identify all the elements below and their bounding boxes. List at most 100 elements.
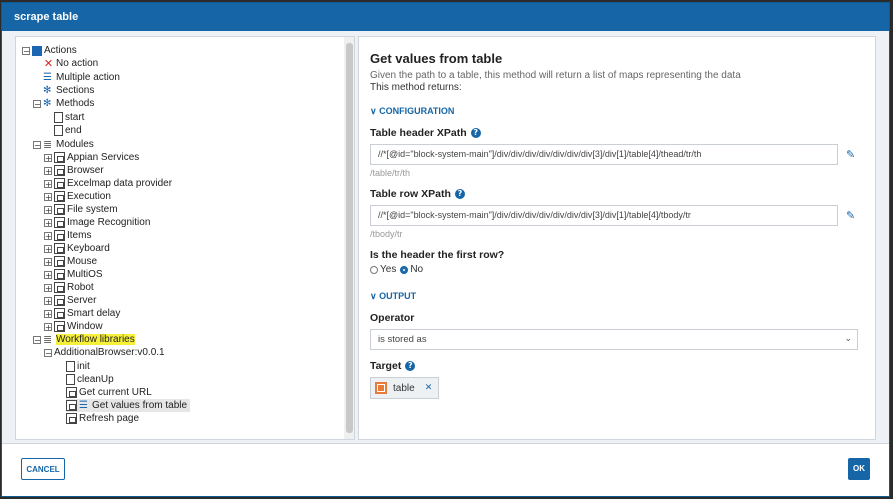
expand-icon[interactable]: + <box>44 218 52 227</box>
tree-label: Image Recognition <box>67 217 151 228</box>
row-xpath-row: //*[@id="block-system-main"]/div/div/div… <box>370 205 864 226</box>
expand-icon[interactable]: + <box>44 309 52 318</box>
module-icon <box>54 191 65 202</box>
scrollbar-thumb[interactable] <box>346 43 353 433</box>
expand-icon[interactable]: + <box>44 153 52 162</box>
cancel-button[interactable]: CANCEL <box>21 458 65 480</box>
tree-node-lib-method[interactable]: init <box>66 360 90 373</box>
tree-node-modules[interactable]: − ≣ Modules <box>33 138 94 151</box>
dialog-body: − Actions ✕ No action ☰ Multiple action … <box>2 31 889 444</box>
method-title: Get values from table <box>370 51 503 66</box>
target-chip[interactable]: table ✕ <box>370 377 440 399</box>
tree-label: Sections <box>56 85 95 96</box>
tree-node-additional-browser[interactable]: − AdditionalBrowser:v0.0.1 <box>44 346 165 359</box>
tree-node-module[interactable]: + Robot <box>44 281 94 294</box>
tree-label: Appian Services <box>67 152 140 163</box>
module-icon <box>54 282 65 293</box>
edit-icon[interactable]: ✎ <box>846 209 858 222</box>
module-icon <box>66 413 77 424</box>
collapse-icon[interactable]: − <box>22 46 30 55</box>
radio-no[interactable] <box>400 265 409 274</box>
tree-node-module[interactable]: + Keyboard <box>44 242 110 255</box>
help-icon[interactable]: ? <box>470 128 481 138</box>
expand-icon[interactable]: + <box>44 231 52 240</box>
operator-select[interactable]: is stored as ⌄ <box>370 329 858 350</box>
tree-label: Methods <box>56 98 95 109</box>
scrape-table-dialog: scrape table − Actions ✕ No action ☰ Mul… <box>1 2 890 497</box>
module-icon <box>54 256 65 267</box>
remove-icon[interactable]: ✕ <box>425 383 433 393</box>
tree-node-actions[interactable]: − Actions <box>22 44 77 57</box>
tree-node-methods[interactable]: − ✻ Methods <box>33 97 94 110</box>
tree-node-end[interactable]: end <box>54 124 82 137</box>
expand-icon[interactable]: + <box>44 296 52 305</box>
module-icon <box>54 321 65 332</box>
collapse-icon[interactable]: − <box>33 140 41 149</box>
tree-node-lib-method[interactable]: cleanUp <box>66 373 114 386</box>
output-section[interactable]: ∨ OUTPUT <box>370 291 864 302</box>
header-xpath-hint: /table/tr/th <box>370 168 411 178</box>
tree-node-module[interactable]: + Mouse <box>44 255 97 268</box>
expand-icon[interactable]: + <box>44 192 52 201</box>
edit-icon[interactable]: ✎ <box>846 148 858 161</box>
tree-node-module[interactable]: + File system <box>44 203 118 216</box>
field-label: Table row XPath <box>370 188 451 200</box>
tree-node-module[interactable]: + Browser <box>44 164 104 177</box>
database-icon: ≣ <box>43 333 53 346</box>
actions-icon <box>32 45 42 56</box>
tree-node-module[interactable]: + Execution <box>44 190 111 203</box>
tree-label: Get current URL <box>79 387 152 398</box>
expand-icon[interactable]: + <box>44 283 52 292</box>
tree-label: Refresh page <box>79 413 140 424</box>
tree-node-module[interactable]: + Window <box>44 320 103 333</box>
tree-label: Items <box>67 230 92 241</box>
target-label: Target? <box>370 360 864 372</box>
tree-node-lib-method[interactable]: Get current URL <box>66 386 152 399</box>
module-icon <box>66 400 77 411</box>
tree-label: AdditionalBrowser:v0.0.1 <box>54 347 165 358</box>
expand-icon[interactable]: + <box>44 179 52 188</box>
header-xpath-input[interactable]: //*[@id="block-system-main"]/div/div/div… <box>370 144 838 165</box>
expand-icon[interactable]: + <box>44 270 52 279</box>
radio-yes[interactable] <box>370 265 378 274</box>
tree-node-module[interactable]: + MultiOS <box>44 268 103 281</box>
tree-node-start[interactable]: start <box>54 111 84 124</box>
collapse-icon[interactable]: − <box>44 348 52 357</box>
tree-node-module[interactable]: + Server <box>44 294 96 307</box>
expand-icon[interactable]: + <box>44 244 52 253</box>
tree-node-lib-method-selected[interactable]: ☰ Get values from table <box>66 399 191 412</box>
expand-icon[interactable]: + <box>44 166 52 175</box>
tree-node-module[interactable]: + Excelmap data provider <box>44 177 172 190</box>
page-icon <box>54 125 63 136</box>
ok-button[interactable]: OK <box>848 458 870 480</box>
help-icon[interactable]: ? <box>454 189 465 199</box>
help-icon[interactable]: ? <box>405 361 416 371</box>
header-xpath-row: //*[@id="block-system-main"]/div/div/div… <box>370 144 864 165</box>
expand-icon[interactable]: + <box>44 257 52 266</box>
tree-label: Smart delay <box>67 308 121 319</box>
tree-node-lib-method[interactable]: Refresh page <box>66 412 139 425</box>
method-description: Given the path to a table, this method w… <box>370 70 741 81</box>
module-icon <box>66 387 77 398</box>
collapse-icon[interactable]: − <box>33 99 41 108</box>
module-icon <box>54 308 65 319</box>
expand-icon[interactable]: + <box>44 322 52 331</box>
header-xpath-label: Table header XPath? <box>370 127 864 139</box>
radio-label: Yes <box>380 264 397 275</box>
tree-label: Workflow libraries <box>56 334 135 345</box>
tree-node-module[interactable]: + Items <box>44 229 91 242</box>
tree-node-module[interactable]: + Appian Services <box>44 151 139 164</box>
tree-node-workflow-libraries[interactable]: − ≣ Workflow libraries <box>33 333 135 346</box>
tree-node-module[interactable]: + Smart delay <box>44 307 120 320</box>
tree-scrollbar[interactable] <box>344 37 354 439</box>
tree-node-module[interactable]: + Image Recognition <box>44 216 150 229</box>
configuration-section[interactable]: ∨ CONFIGURATION <box>370 106 864 117</box>
tree-label: start <box>65 112 85 123</box>
field-label: Target <box>370 360 402 372</box>
tree-node-sections[interactable]: ✻ Sections <box>43 84 94 97</box>
collapse-icon[interactable]: − <box>33 335 41 344</box>
expand-icon[interactable]: + <box>44 205 52 214</box>
tree-node-no-action[interactable]: ✕ No action <box>43 57 98 70</box>
row-xpath-input[interactable]: //*[@id="block-system-main"]/div/div/div… <box>370 205 838 226</box>
tree-node-multiple-action[interactable]: ☰ Multiple action <box>43 71 120 84</box>
